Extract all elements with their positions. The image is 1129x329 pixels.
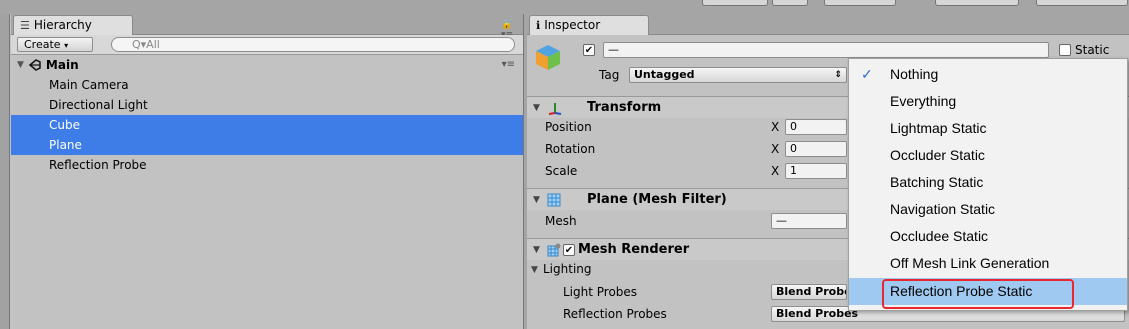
reflection-probes-value: Blend Probes: [776, 307, 859, 320]
search-placeholder: Q▾All: [132, 38, 160, 51]
position-x-field[interactable]: 0: [785, 119, 847, 135]
inspector-tabbar: ℹ Inspector: [527, 14, 1129, 35]
mesh-filter-title: Plane (Mesh Filter): [587, 192, 727, 207]
mesh-renderer-title: Mesh Renderer: [578, 242, 690, 257]
menu-item-label: Occludee Static: [890, 228, 989, 244]
toolbar-button[interactable]: [772, 0, 808, 6]
mesh-filter-grid-icon: [547, 193, 561, 207]
list-item-label: Main Camera: [49, 78, 129, 92]
tab-hierarchy[interactable]: ☰ Hierarchy: [13, 15, 133, 35]
rotation-x-value: 0: [790, 142, 797, 155]
toolbar-button[interactable]: [935, 0, 1019, 6]
reflection-probes-label: Reflection Probes: [563, 307, 667, 321]
list-item-label: Directional Light: [49, 98, 148, 112]
menu-item-occluder-static[interactable]: Occluder Static: [849, 142, 1127, 169]
list-item-label: Plane: [49, 138, 82, 152]
menu-item-label: Occluder Static: [890, 147, 985, 163]
mesh-label: Mesh: [545, 214, 577, 228]
hierarchy-toolbar: Create ▾ Q▾All: [11, 35, 523, 55]
menu-item-label: Nothing: [890, 66, 939, 82]
menu-item-label: Navigation Static: [890, 201, 996, 217]
hierarchy-tabbar: ☰ Hierarchy 🔒▾≡: [11, 14, 523, 40]
mesh-renderer-enabled-checkbox[interactable]: [563, 244, 575, 256]
position-x-label: X: [771, 120, 780, 134]
hierarchy-item-plane[interactable]: Plane: [11, 135, 523, 155]
foldout-arrow-icon[interactable]: ▼: [17, 55, 24, 75]
position-x-value: 0: [790, 120, 797, 133]
transform-title: Transform: [587, 100, 662, 115]
scale-label: Scale: [545, 164, 578, 178]
foldout-arrow-icon[interactable]: ▼: [533, 239, 540, 261]
mesh-object-field[interactable]: —: [771, 213, 847, 229]
lighting-label[interactable]: Lighting: [543, 260, 592, 278]
light-probes-label: Light Probes: [563, 285, 638, 299]
active-checkbox[interactable]: [583, 44, 595, 56]
hierarchy-item-reflection-probe[interactable]: Reflection Probe: [11, 155, 523, 175]
scene-row[interactable]: ▼ Main ▾≡: [11, 55, 523, 75]
static-label[interactable]: Static: [1075, 41, 1109, 59]
foldout-arrow-icon[interactable]: ▼: [533, 97, 540, 119]
object-name-value: —: [608, 43, 619, 56]
menu-item-nothing[interactable]: ✓ Nothing: [849, 61, 1127, 88]
search-input[interactable]: Q▾All: [111, 37, 515, 52]
mesh-value: —: [776, 214, 787, 227]
scale-x-label: X: [771, 164, 780, 178]
tag-value: Untagged: [634, 68, 695, 81]
tab-inspector[interactable]: ℹ Inspector: [529, 15, 649, 35]
menu-item-label: Batching Static: [890, 174, 984, 190]
menu-item-label: Lightmap Static: [890, 120, 987, 136]
hierarchy-list-icon: ☰: [20, 19, 30, 32]
rotation-x-field[interactable]: 0: [785, 141, 847, 157]
toolbar-button[interactable]: [702, 0, 768, 6]
menu-item-navigation-static[interactable]: Navigation Static: [849, 196, 1127, 223]
rotation-x-label: X: [771, 142, 780, 156]
chevron-down-icon: ▾: [64, 41, 69, 50]
foldout-arrow-icon[interactable]: ▼: [533, 189, 540, 211]
gameobject-cube-icon: [536, 45, 560, 70]
checkmark-icon: ✓: [861, 66, 873, 82]
inspector-tab-label: Inspector: [544, 18, 601, 32]
mesh-renderer-icon: [547, 243, 561, 257]
hierarchy-item-main-camera[interactable]: Main Camera: [11, 75, 523, 95]
info-icon: ℹ: [536, 19, 541, 32]
hierarchy-panel: ☰ Hierarchy 🔒▾≡ Create ▾ Q▾All ▼ Main ▾≡…: [11, 14, 523, 329]
menu-item-occludee-static[interactable]: Occludee Static: [849, 223, 1127, 250]
list-item-label: Reflection Probe: [49, 158, 147, 172]
static-checkbox[interactable]: [1059, 44, 1071, 56]
menu-item-label: Off Mesh Link Generation: [890, 255, 1050, 271]
left-panel-edge: [0, 14, 10, 329]
light-probes-value: Blend Probes: [776, 285, 846, 298]
object-name-field[interactable]: —: [603, 42, 1049, 58]
menu-item-off-mesh-link-generation[interactable]: Off Mesh Link Generation: [849, 250, 1127, 277]
menu-item-batching-static[interactable]: Batching Static: [849, 169, 1127, 196]
static-flags-menu: ✓ Nothing Everything Lightmap Static Occ…: [848, 58, 1128, 311]
position-label: Position: [545, 120, 592, 134]
menu-item-label: Everything: [890, 93, 957, 109]
scale-x-field[interactable]: 1: [785, 163, 847, 179]
light-probes-dropdown[interactable]: Blend Probes: [771, 284, 847, 300]
hierarchy-tab-label: Hierarchy: [33, 18, 92, 32]
menu-item-everything[interactable]: Everything: [849, 88, 1127, 115]
highlight-annotation-box: [882, 279, 1074, 309]
hierarchy-item-cube[interactable]: Cube: [11, 115, 523, 135]
create-button-label: Create: [24, 38, 61, 51]
toolbar-button[interactable]: [824, 0, 896, 6]
tag-dropdown[interactable]: Untagged ⇕: [629, 67, 847, 83]
tag-label: Tag: [599, 68, 620, 82]
rotation-label: Rotation: [545, 142, 596, 156]
menu-item-lightmap-static[interactable]: Lightmap Static: [849, 115, 1127, 142]
scene-menu-icon[interactable]: ▾≡: [502, 55, 515, 75]
foldout-arrow-icon[interactable]: ▼: [531, 265, 538, 275]
scene-name: Main: [45, 58, 79, 72]
list-item-label: Cube: [49, 118, 80, 132]
scale-x-value: 1: [790, 164, 797, 177]
chevron-updown-icon: ⇕: [834, 70, 842, 80]
create-button[interactable]: Create ▾: [17, 37, 93, 52]
hierarchy-item-directional-light[interactable]: Directional Light: [11, 95, 523, 115]
toolbar-button[interactable]: [1036, 0, 1128, 6]
transform-axes-icon: [548, 103, 562, 115]
hierarchy-list: ▼ Main ▾≡ Main Camera Directional Light …: [11, 55, 523, 305]
unity-scene-icon: [28, 59, 41, 71]
